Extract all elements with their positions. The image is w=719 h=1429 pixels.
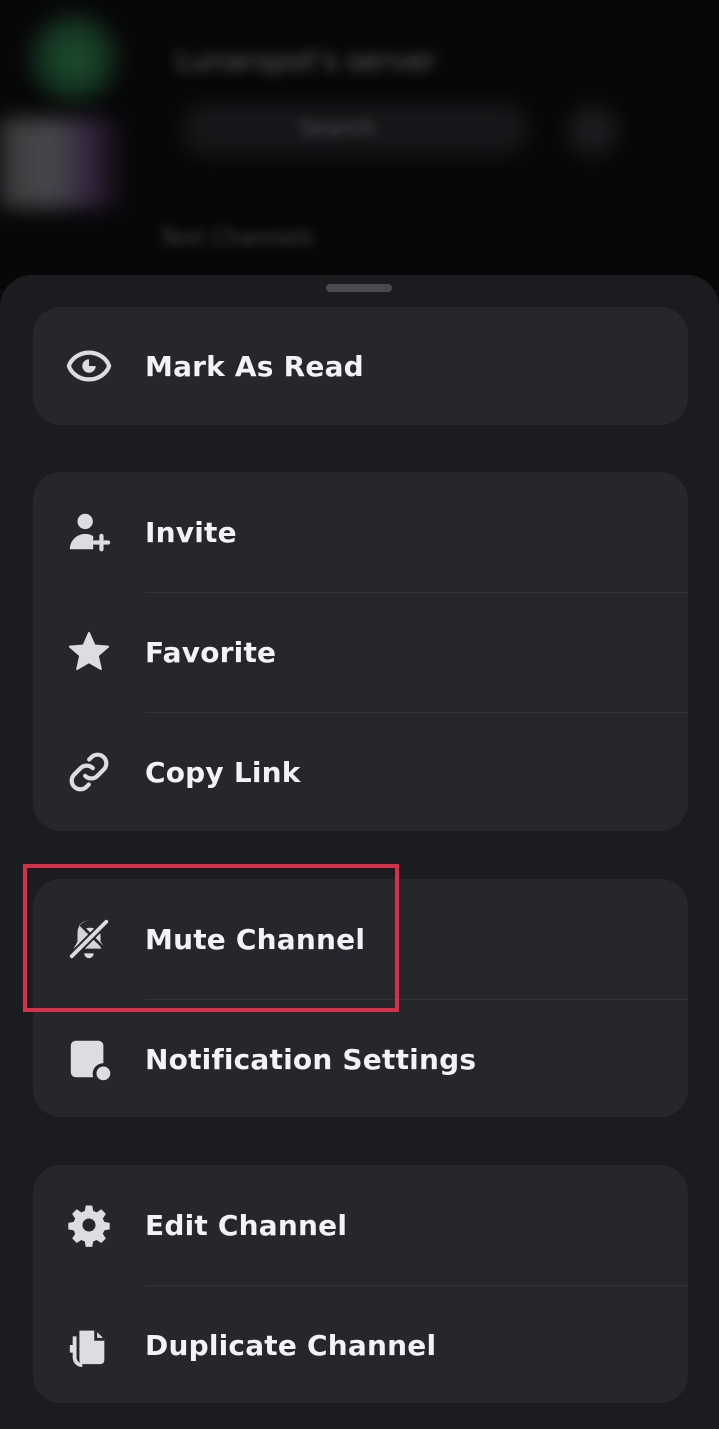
- mute-channel-item[interactable]: Mute Channel: [33, 879, 688, 999]
- favorite-label: Favorite: [145, 635, 277, 669]
- menu-group-notifications: Mute Channel Notification Settings: [33, 879, 688, 1117]
- menu-group-read: Mark As Read: [33, 307, 688, 425]
- star-icon: [66, 629, 112, 675]
- invite-label: Invite: [145, 515, 237, 549]
- bell-slash-icon: [66, 916, 112, 962]
- background-dim: [0, 0, 719, 290]
- mute-channel-label: Mute Channel: [145, 922, 366, 956]
- favorite-item[interactable]: Favorite: [33, 592, 688, 712]
- channel-options-sheet: Mark As Read Invite Favorite Copy Link M…: [0, 275, 719, 1429]
- notification-settings-icon: [66, 1036, 112, 1082]
- edit-channel-label: Edit Channel: [145, 1208, 348, 1242]
- link-icon: [66, 749, 112, 795]
- eye-icon: [66, 343, 112, 389]
- edit-channel-item[interactable]: Edit Channel: [33, 1165, 688, 1285]
- mark-as-read-label: Mark As Read: [145, 349, 364, 383]
- invite-item[interactable]: Invite: [33, 472, 688, 592]
- duplicate-channel-item[interactable]: Duplicate Channel: [33, 1285, 688, 1403]
- menu-group-channel: Edit Channel Duplicate Channel: [33, 1165, 688, 1403]
- add-user-icon: [66, 509, 112, 555]
- notification-settings-item[interactable]: Notification Settings: [33, 999, 688, 1117]
- duplicate-channel-label: Duplicate Channel: [145, 1328, 437, 1362]
- copy-link-label: Copy Link: [145, 755, 301, 789]
- copy-link-item[interactable]: Copy Link: [33, 712, 688, 831]
- notification-settings-label: Notification Settings: [145, 1042, 477, 1076]
- menu-group-share: Invite Favorite Copy Link: [33, 472, 688, 831]
- sheet-drag-handle[interactable]: [326, 284, 392, 292]
- background-layer: Lunarspot's server Search Text Channels: [0, 0, 719, 290]
- duplicate-icon: [66, 1322, 112, 1368]
- mark-as-read-item[interactable]: Mark As Read: [33, 307, 688, 425]
- gear-icon: [66, 1202, 112, 1248]
